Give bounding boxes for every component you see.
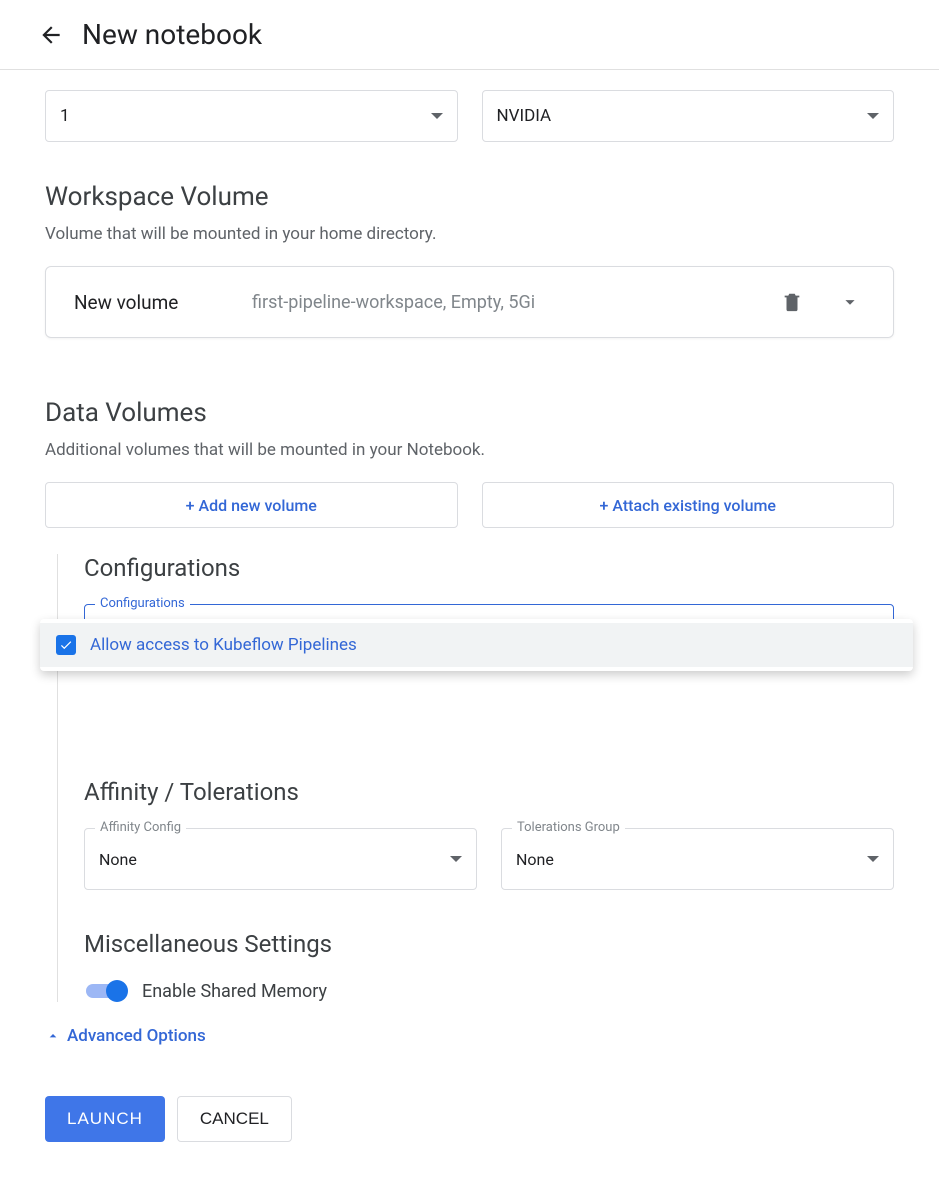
affinity-tolerations-title: Affinity / Tolerations <box>84 778 894 806</box>
cancel-button[interactable]: CANCEL <box>177 1096 292 1142</box>
data-volumes-desc: Additional volumes that will be mounted … <box>45 440 894 460</box>
dropdown-arrow-icon <box>431 110 443 122</box>
back-arrow-icon[interactable] <box>38 22 64 48</box>
chevron-up-icon <box>45 1028 61 1044</box>
vendor-value: NVIDIA <box>497 106 552 126</box>
configurations-field-label: Configurations <box>95 596 190 611</box>
affinity-config-select[interactable]: Affinity Config None <box>84 828 477 890</box>
dropdown-arrow-icon <box>867 853 879 865</box>
configurations-select[interactable]: Configurations Allow access to Kubeflow … <box>84 604 894 668</box>
affinity-config-value: None <box>99 850 137 869</box>
tolerations-group-select[interactable]: Tolerations Group None <box>501 828 894 890</box>
count-select[interactable]: 1 <box>45 90 458 142</box>
volume-label: New volume <box>74 291 224 314</box>
shared-memory-toggle[interactable] <box>84 980 128 1002</box>
page-header: New notebook <box>0 0 939 70</box>
workspace-volume-title: Workspace Volume <box>45 182 894 212</box>
attach-existing-volume-button[interactable]: + Attach existing volume <box>482 482 895 528</box>
launch-button[interactable]: LAUNCH <box>45 1096 165 1142</box>
delete-icon[interactable] <box>777 287 807 317</box>
config-option-label: Allow access to Kubeflow Pipelines <box>90 635 357 655</box>
advanced-options-link[interactable]: Advanced Options <box>45 1026 894 1046</box>
tolerations-group-value: None <box>516 850 554 869</box>
shared-memory-label: Enable Shared Memory <box>142 981 327 1002</box>
config-option-kubeflow-pipelines[interactable]: Allow access to Kubeflow Pipelines <box>40 623 913 667</box>
workspace-volume-card: New volume first-pipeline-workspace, Emp… <box>45 266 894 338</box>
vendor-select[interactable]: NVIDIA <box>482 90 895 142</box>
page-title: New notebook <box>82 18 262 51</box>
workspace-volume-desc: Volume that will be mounted in your home… <box>45 224 894 244</box>
advanced-options-label: Advanced Options <box>67 1026 206 1046</box>
misc-settings-title: Miscellaneous Settings <box>84 930 894 958</box>
checkbox-checked-icon <box>56 635 76 655</box>
resource-row: 1 NVIDIA <box>45 90 894 142</box>
count-value: 1 <box>60 106 70 126</box>
dropdown-arrow-icon <box>867 110 879 122</box>
dropdown-arrow-icon <box>450 853 462 865</box>
configurations-title: Configurations <box>84 554 894 582</box>
data-volumes-title: Data Volumes <box>45 398 894 428</box>
add-new-volume-button[interactable]: + Add new volume <box>45 482 458 528</box>
configurations-dropdown: Allow access to Kubeflow Pipelines <box>40 619 913 671</box>
tolerations-group-label: Tolerations Group <box>512 820 625 835</box>
expand-icon[interactable] <box>835 287 865 317</box>
affinity-config-label: Affinity Config <box>95 820 186 835</box>
volume-summary: first-pipeline-workspace, Empty, 5Gi <box>252 292 749 313</box>
